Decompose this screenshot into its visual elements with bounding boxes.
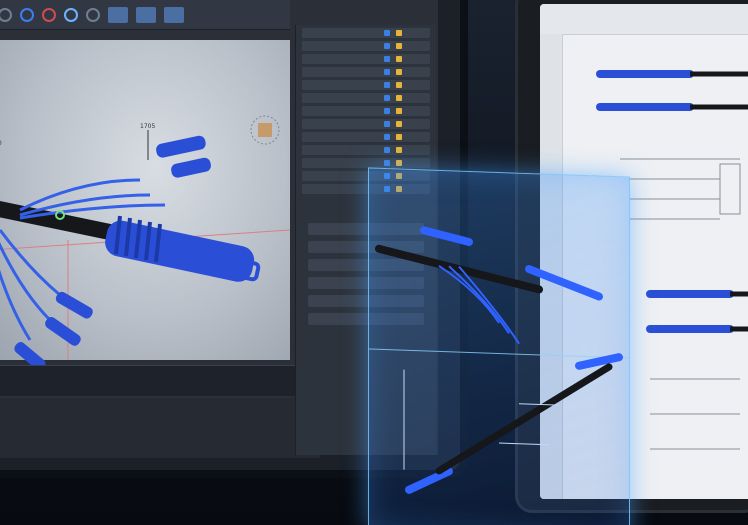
workstation-scene: 1705 60 (0, 0, 748, 525)
layer-row[interactable] (302, 41, 430, 51)
layer-row[interactable] (302, 106, 430, 116)
layer-row[interactable] (302, 54, 430, 64)
select-icon[interactable] (42, 7, 56, 22)
layer-row[interactable] (302, 93, 430, 103)
hologram-panel (368, 167, 630, 525)
holo-lower-cable (435, 363, 613, 475)
layer-row[interactable] (302, 145, 430, 155)
timeline-bar[interactable] (0, 365, 320, 396)
cable-assembly-drawing: 1705 60 (0, 123, 291, 371)
hologram-drawing (375, 226, 623, 494)
holo-connectors (405, 226, 623, 494)
dimension-label-left: 60 (0, 140, 2, 147)
cad-toolbar (0, 0, 290, 30)
dimension-label-right: 1705 (140, 123, 155, 130)
zoom-icon[interactable] (86, 7, 100, 22)
view-icon[interactable] (64, 7, 78, 22)
view-cube[interactable] (245, 110, 285, 150)
layer-row[interactable] (302, 67, 430, 77)
holo-main-cable (375, 244, 543, 294)
lower-properties-panel (0, 398, 320, 458)
orbit-icon[interactable] (0, 7, 12, 22)
tablet-schematic-lines (620, 158, 741, 450)
holo-dimension-lines (403, 369, 559, 470)
layer-row[interactable] (302, 80, 430, 90)
tool-button[interactable] (164, 6, 184, 23)
layer-row[interactable] (302, 28, 430, 38)
layer-row[interactable] (302, 132, 430, 142)
layer-row[interactable] (302, 158, 430, 168)
3d-viewport[interactable]: 1705 60 (0, 40, 291, 371)
tool-button[interactable] (108, 6, 128, 23)
layer-row[interactable] (302, 119, 430, 129)
cursor-icon[interactable] (20, 7, 34, 22)
tool-button[interactable] (136, 6, 156, 23)
